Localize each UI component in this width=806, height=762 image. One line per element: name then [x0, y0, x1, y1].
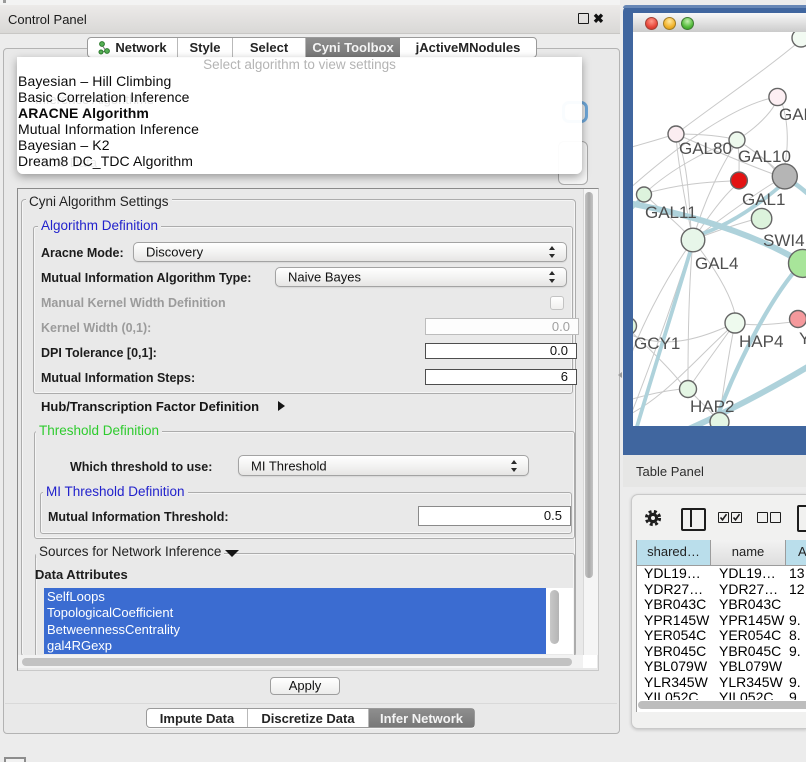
svg-text:HAP2: HAP2 [690, 397, 734, 416]
svg-text:GAL10: GAL10 [738, 147, 791, 166]
svg-text:GAL4: GAL4 [695, 254, 738, 273]
svg-text:GAL7: GAL7 [779, 105, 806, 124]
svg-text:GAL1: GAL1 [742, 190, 785, 209]
svg-text:GAL11: GAL11 [645, 203, 697, 222]
svg-text:HAP4: HAP4 [739, 332, 783, 351]
svg-text:GAL80: GAL80 [679, 139, 732, 158]
svg-text:SWI4: SWI4 [763, 231, 805, 250]
svg-text:GCY1: GCY1 [634, 334, 680, 353]
svg-text:Y: Y [799, 329, 806, 348]
